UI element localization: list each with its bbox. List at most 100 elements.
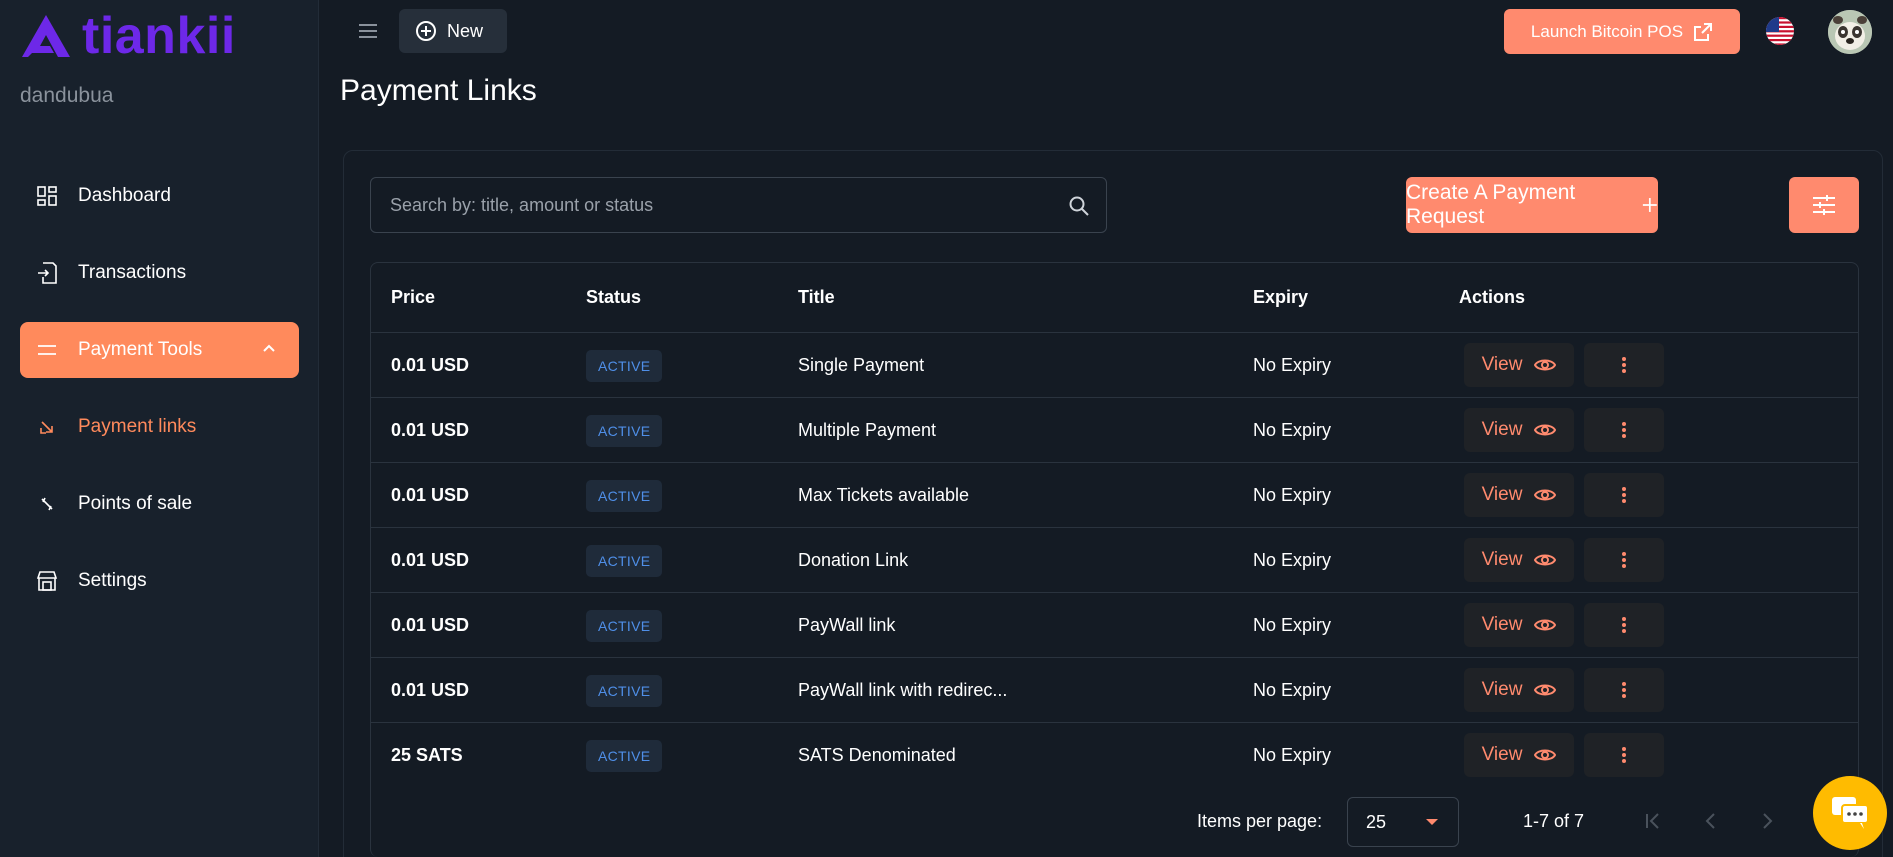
launch-bitcoin-pos-button[interactable]: Launch Bitcoin POS	[1504, 9, 1740, 54]
status-cell: ACTIVE	[586, 479, 663, 512]
view-button[interactable]: View	[1464, 473, 1574, 517]
price-cell: 0.01 USD	[391, 679, 470, 700]
view-button[interactable]: View	[1464, 538, 1574, 582]
eye-icon	[1534, 489, 1557, 501]
more-vertical-icon	[1622, 357, 1626, 373]
price-cell: 0.01 USD	[391, 354, 470, 375]
column-header-price: Price	[391, 287, 436, 307]
launch-button-label: Launch Bitcoin POS	[1530, 21, 1684, 41]
status-badge: ACTIVE	[586, 414, 663, 447]
title-cell: Multiple Payment	[798, 419, 937, 440]
more-vertical-icon	[1622, 422, 1626, 438]
hamburger-menu-icon[interactable]	[357, 20, 379, 42]
sidebar-item-transactions[interactable]: Transactions	[20, 245, 299, 301]
view-button[interactable]: View	[1464, 343, 1574, 387]
sidebar-item-settings[interactable]: Settings	[20, 553, 299, 609]
view-button[interactable]: View	[1464, 668, 1574, 712]
eye-icon	[1534, 749, 1557, 761]
table-row: 0.01 USD ACTIVE PayWall link with redire…	[371, 658, 1858, 723]
create-button-label: Create A Payment Request	[1406, 181, 1576, 228]
prev-page-icon[interactable]	[1700, 810, 1722, 832]
expiry-cell: No Expiry	[1253, 419, 1332, 440]
title-cell: SATS Denominated	[798, 745, 956, 765]
status-badge: ACTIVE	[586, 609, 663, 642]
title-cell: PayWall link with redirec...	[798, 679, 1008, 700]
chat-icon	[1832, 797, 1869, 829]
search-icon[interactable]	[1068, 195, 1090, 222]
new-button-label: New	[447, 20, 484, 41]
search-input[interactable]: Search by: title, amount or status	[370, 177, 1107, 233]
sidebar-item-payment-links[interactable]: Payment links	[20, 399, 299, 455]
create-payment-request-button[interactable]: Create A Payment Request	[1406, 177, 1658, 233]
expiry-cell: No Expiry	[1253, 549, 1332, 570]
payment-links-table: Price Status Title Expiry Actions 0.01 U…	[370, 262, 1859, 857]
pagination-range: 1-7 of 7	[1523, 811, 1585, 831]
dashboard-icon	[36, 185, 58, 207]
more-options-button[interactable]	[1584, 733, 1664, 777]
items-per-page-select[interactable]: 25	[1347, 797, 1459, 847]
new-button[interactable]: New	[399, 9, 507, 53]
view-button-label: View	[1481, 354, 1523, 375]
more-vertical-icon	[1622, 617, 1626, 633]
menu-lines-icon	[36, 339, 58, 361]
status-badge: ACTIVE	[586, 740, 663, 772]
column-header-title: Title	[798, 287, 835, 307]
more-options-button[interactable]	[1584, 538, 1664, 582]
chat-widget-button[interactable]	[1813, 776, 1887, 850]
eye-icon	[1534, 359, 1557, 371]
store-icon	[36, 570, 58, 592]
status-cell: ACTIVE	[586, 740, 663, 772]
view-button[interactable]: View	[1464, 408, 1574, 452]
brand-name: tiankii	[82, 7, 236, 65]
expiry-cell: No Expiry	[1253, 614, 1332, 635]
link-arrow-icon	[36, 416, 58, 438]
sidebar-item-label: Settings	[78, 570, 147, 591]
price-cell: 25 SATS	[391, 745, 463, 765]
more-options-button[interactable]	[1584, 343, 1664, 387]
search-placeholder: Search by: title, amount or status	[390, 194, 654, 215]
sidebar-nav: Dashboard Transactions Payment Tools Pay…	[20, 168, 299, 630]
title-cell: Max Tickets available	[798, 484, 970, 505]
username: dandubua	[20, 84, 114, 107]
sidebar-item-label: Points of sale	[78, 493, 193, 514]
expiry-cell: No Expiry	[1253, 484, 1332, 505]
transactions-icon	[36, 262, 58, 284]
view-button-label: View	[1481, 614, 1523, 635]
table-row: 25 SATS ACTIVE SATS Denominated No Expir…	[371, 723, 1858, 788]
view-button-label: View	[1481, 744, 1523, 765]
more-vertical-icon	[1622, 682, 1626, 698]
status-cell: ACTIVE	[586, 674, 663, 707]
sidebar-item-payment-tools[interactable]: Payment Tools	[20, 322, 299, 378]
more-vertical-icon	[1622, 747, 1626, 763]
eye-icon	[1534, 554, 1557, 566]
table-row: 0.01 USD ACTIVE Single Payment No Expiry…	[371, 333, 1858, 398]
logo[interactable]: tiankii	[20, 10, 236, 62]
title-cell: PayWall link	[798, 614, 896, 635]
sidebar-item-dashboard[interactable]: Dashboard	[20, 168, 299, 224]
first-page-icon[interactable]	[1642, 810, 1664, 832]
sidebar-item-points-of-sale[interactable]: Points of sale	[20, 476, 299, 532]
more-options-button[interactable]	[1584, 473, 1664, 517]
column-header-expiry: Expiry	[1253, 287, 1309, 307]
next-page-icon[interactable]	[1756, 810, 1778, 832]
more-options-button[interactable]	[1584, 603, 1664, 647]
caret-down-icon	[1426, 819, 1438, 825]
price-cell: 0.01 USD	[391, 484, 470, 505]
status-cell: ACTIVE	[586, 349, 663, 382]
sidebar-item-label: Payment Tools	[78, 339, 203, 360]
view-button-label: View	[1481, 419, 1523, 440]
table-row: 0.01 USD ACTIVE Multiple Payment No Expi…	[371, 398, 1858, 463]
table-body: 0.01 USD ACTIVE Single Payment No Expiry…	[371, 333, 1858, 788]
sidebar-item-label: Transactions	[78, 262, 187, 283]
us-flag-icon[interactable]	[1766, 17, 1794, 45]
title-cell: Single Payment	[798, 354, 925, 375]
title-cell: Donation Link	[798, 549, 909, 570]
eye-icon	[1534, 619, 1557, 631]
avatar[interactable]	[1828, 10, 1872, 54]
view-button[interactable]: View	[1464, 603, 1574, 647]
filter-button[interactable]	[1789, 177, 1859, 233]
more-options-button[interactable]	[1584, 668, 1664, 712]
more-options-button[interactable]	[1584, 408, 1664, 452]
view-button[interactable]: View	[1464, 733, 1574, 777]
status-cell: ACTIVE	[586, 544, 663, 577]
